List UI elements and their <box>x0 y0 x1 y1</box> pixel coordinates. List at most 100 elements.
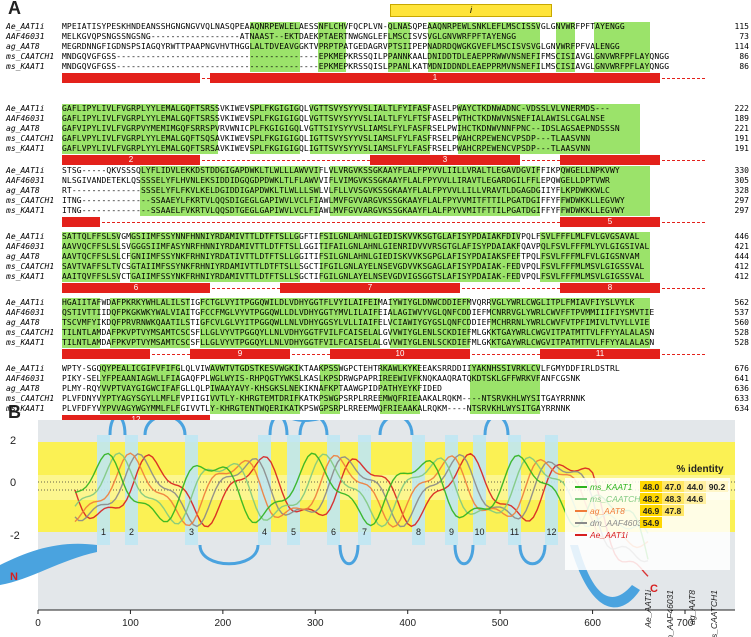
sequence-name: AAF46031 <box>6 242 45 251</box>
alignment-row: AAF46031 NLSGIVANDETEKLQSSSSELYFLHVNLEKSI… <box>0 176 751 186</box>
sequence-text: ITNG--------------SSAAEYLFKRTVLQQSDIGEGL… <box>62 196 625 205</box>
sequence-name: ms_KAAT1 <box>6 62 45 71</box>
alignment-row: Ae_AAT1i STSG-----QKVSSSQLYFLIDVLEKKDSTDD… <box>0 166 751 176</box>
sequence-position: 537 <box>734 308 749 317</box>
alignment-row: ms_CAATCH1 PLVFDNYVYPTYAGYSGYLLMFLFVPIIGI… <box>0 394 751 404</box>
sequence-name: ms_KAAT1 <box>6 338 45 347</box>
y-tick-label: -2 <box>10 530 20 542</box>
sequence-text: MNDGQVGFGSS-----------------------------… <box>62 52 670 61</box>
alignment-row: ms_KAAT1 TILNTLAMDAFPKVPTVYMSAMTCSCSFLLGL… <box>0 338 751 348</box>
identity-value: 47.8 <box>665 506 682 516</box>
sequence-text: TILNTLAMDAFPKVPTVYMSAMTCSCSFLLGLVYVTPGGQ… <box>62 328 655 337</box>
sequence-text: PLMY-RQYVVPTVAYGIGWCIFAFGLLQLPIWAAYAVY-K… <box>62 384 443 393</box>
alignment-row: AAF46031 AAVVQCFFSLSLSVGGGSIIMFASYNRFHNNI… <box>0 242 751 252</box>
sequence-position: 444 <box>734 252 749 261</box>
sequence-text: ITNG--------------SSAAELFVKRTVLQQSDTGEGL… <box>62 206 625 215</box>
sequence-text: GAFLIPYLIVLFVGRPLYYLEMALGQFTSRSSVKIWEVSP… <box>62 114 606 123</box>
alignment-row: ag_AAT8 MEGRDNNGFIGDNSPSIAGQYRWTTPAAPNGVH… <box>0 42 751 52</box>
sequence-position: 221 <box>734 124 749 133</box>
alignment-row: ms_CAATCH1 GAFLVPYLIVLFVGRPLYYLEMALGQFTSQ… <box>0 134 751 144</box>
sequence-name: ag_AAT8 <box>6 42 40 51</box>
sequence-text: MPEIATISYPESKHNDEANSSHGNGNGVVQLNASQPEAAQ… <box>62 22 625 31</box>
y-tick-label: 2 <box>10 435 16 447</box>
alignment-row: Ae_AAT1i MPEIATISYPESKHNDEANSSHGNGNGVVQLN… <box>0 22 751 32</box>
sequence-text: MELKGVQPSNGSSNGSNG------------------ATNA… <box>62 32 517 41</box>
x-tick-label: 200 <box>215 618 232 629</box>
alignment-row: ag_AAT8 GAFVIPYLIVLFVGRPVYMEMIMGQFSRRSPVR… <box>0 124 751 134</box>
sequence-name: AAF46031 <box>6 114 45 123</box>
identity-column-label: ms_CAATCH1 <box>709 590 719 637</box>
panel-a-label: A <box>8 0 21 18</box>
identity-value: 48.2 <box>643 494 660 504</box>
identity-value: 44.6 <box>687 494 704 504</box>
sequence-name: Ae_AAT1i <box>6 364 45 373</box>
tm-label: 7 <box>362 527 367 537</box>
sequence-name: ms_KAAT1 <box>6 404 45 413</box>
sequence-position: 191 <box>734 144 749 153</box>
sequence-text: TSCVMFYIKDQFPRVRNWKQAATILSTIGFCVLGLVYITP… <box>62 318 650 327</box>
legend-title: % identity <box>676 464 724 475</box>
alignment-block: Ae_AAT1i STSG-----QKVSSSQLYFLIDVLEKKDSTDD… <box>0 166 751 232</box>
alignment-row: ms_CAATCH1 TILNTLAMDAFPKVPTVYMSAMTCSCSFLL… <box>0 328 751 338</box>
sequence-name: Ae_AAT1i <box>6 104 45 113</box>
legend-name: ag_AAT8 <box>590 506 625 516</box>
tm-segment-bar: 7 <box>280 283 460 293</box>
tm-segment-bar <box>62 349 150 359</box>
tm-segment-bar: 6 <box>62 283 210 293</box>
sequence-name: AAF46031 <box>6 176 45 185</box>
sequence-position: 412 <box>734 262 749 271</box>
sequence-text: GAFVIPYLIVLFVGRPVYMEMIMGQFSRRSPVRVWNICPL… <box>62 124 620 133</box>
sequence-name: Ae_AAT1i <box>6 298 45 307</box>
alignment-row: Ae_AAT1i WPTY-SGQQYPEALICGIFVFIFGLQLVIWAV… <box>0 364 751 374</box>
sequence-text: GAFLVPYLIVLFVGRPLYYLEMALGQFTSRSAVKIWEVSP… <box>62 144 591 153</box>
x-tick-label: 400 <box>399 618 416 629</box>
n-terminus-label: N <box>10 571 18 583</box>
identity-value: 44.0 <box>687 482 704 492</box>
y-tick-label: 0 <box>10 477 16 489</box>
tm-label: 9 <box>449 527 454 537</box>
sequence-position: 560 <box>734 318 749 327</box>
identity-value: 48.0 <box>643 482 660 492</box>
sequence-text: NLSGIVANDETEKLQSSSSELYFLHVNLEKSIDDIDGQGD… <box>62 176 610 185</box>
sequence-name: ag_AAT8 <box>6 318 40 327</box>
sequence-text: MEGRDNNGFIGDNSPSIAGQYRWTTPAAPNGVHVTHGGLA… <box>62 42 620 51</box>
tm-segment-bar: 1 <box>210 73 660 83</box>
x-tick-label: 600 <box>584 618 601 629</box>
x-tick-label: 500 <box>492 618 509 629</box>
tm-label: 11 <box>510 527 519 537</box>
identity-column-label: Ae_AAT1i <box>643 589 653 629</box>
identity-column-label: dm_AAF46031 <box>665 590 675 637</box>
legend-name: Ae_AAT1i <box>589 530 629 540</box>
tm-segment-bar: 8 <box>560 283 660 293</box>
sequence-name: ms_KAAT1 <box>6 144 45 153</box>
alignment-row: ms_KAAT1 GAFLVPYLIVLFVGRPLYYLEMALGQFTSRSA… <box>0 144 751 154</box>
i-domain-bar: i <box>390 4 552 17</box>
tm-label: 2 <box>129 527 134 537</box>
identity-column-label: ag_AAT8 <box>687 590 697 625</box>
sequence-position: 330 <box>734 166 749 175</box>
x-tick-label: 300 <box>307 618 324 629</box>
sequence-name: Ae_AAT1i <box>6 22 45 31</box>
sequence-position: 86 <box>739 52 749 61</box>
alignment-row: ag_AAT8 AAVTQCFFSLSLCFGNIIMFSSYNKFRHNIYRD… <box>0 252 751 262</box>
legend-name: ms_KAAT1 <box>590 482 633 492</box>
sequence-name: Ae_AAT1i <box>6 166 45 175</box>
tm-segment-bar <box>62 73 200 83</box>
identity-value: 48.3 <box>665 494 682 504</box>
sequence-name: ms_CAATCH1 <box>6 328 55 337</box>
sequence-name: ag_AAT8 <box>6 384 40 393</box>
alignment-row: Ae_AAT1i GAFLIPYLIVLFVGRPLYYLEMALGQFTSRSS… <box>0 104 751 114</box>
sequence-position: 421 <box>734 242 749 251</box>
sequence-name: ms_CAATCH1 <box>6 52 55 61</box>
sequence-text: AAITQVFFSLSVCTGAIIMFSSYNKFRHNIYRDAMIVTTL… <box>62 272 645 281</box>
tm-segment-bar: 5 <box>560 217 660 227</box>
alignment-block: Ae_AAT1i GAFLIPYLIVLFVGRPLYYLEMALGQFTSRSS… <box>0 104 751 170</box>
sequence-name: ms_KAAT1 <box>6 272 45 281</box>
sequence-position: 115 <box>734 22 749 31</box>
x-tick-label: 0 <box>35 618 41 629</box>
sequence-position: 446 <box>734 232 749 241</box>
sequence-text: SATTQLFFSLSVGMGSIIMFSSYNNFHNNIYRDAMIVTTL… <box>62 232 640 241</box>
sequence-position: 676 <box>734 364 749 373</box>
sequence-position: 641 <box>734 374 749 383</box>
sequence-position: 562 <box>734 298 749 307</box>
